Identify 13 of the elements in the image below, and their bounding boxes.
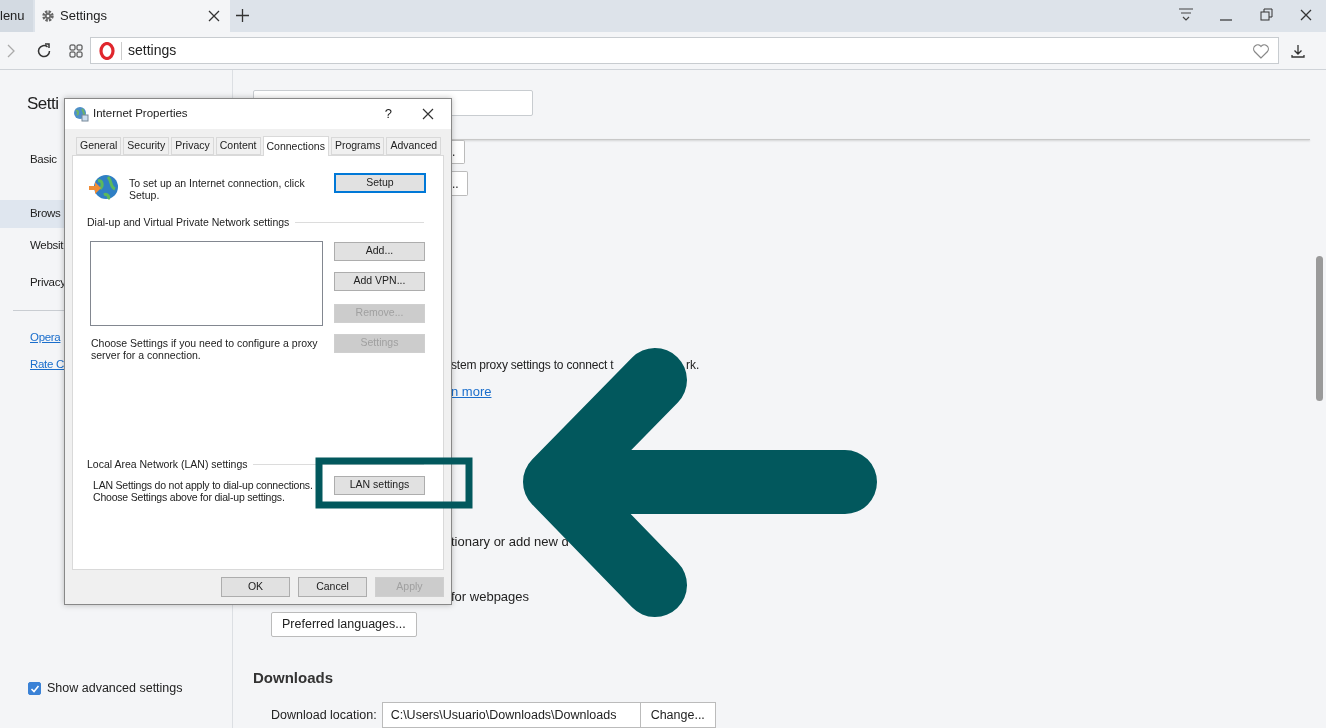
group-label: Local Area Network (LAN) settings [87,456,248,472]
description-text: stem proxy settings to connect t [451,357,615,375]
field-label: Download location: [271,706,377,724]
description-text: LAN Settings do not apply to dial-up connections. Choose Settings above for dial-up settings. [93,478,314,503]
group-label: Dial-up and Virtual Private Network settings [87,215,290,230]
page-title: Setti [27,93,59,115]
description-text: for webpages [451,588,530,607]
window-title: Internet Properties [93,106,189,122]
description-text: rk. [686,357,700,375]
description-text: To set up an Internet connection, click Setup. [129,177,306,201]
checkbox-label: Show advanced settings [47,680,183,698]
section-heading: Downloads [253,668,333,688]
description-text: Choose Settings if you need to configure a proxy server for a connection. [91,336,319,361]
